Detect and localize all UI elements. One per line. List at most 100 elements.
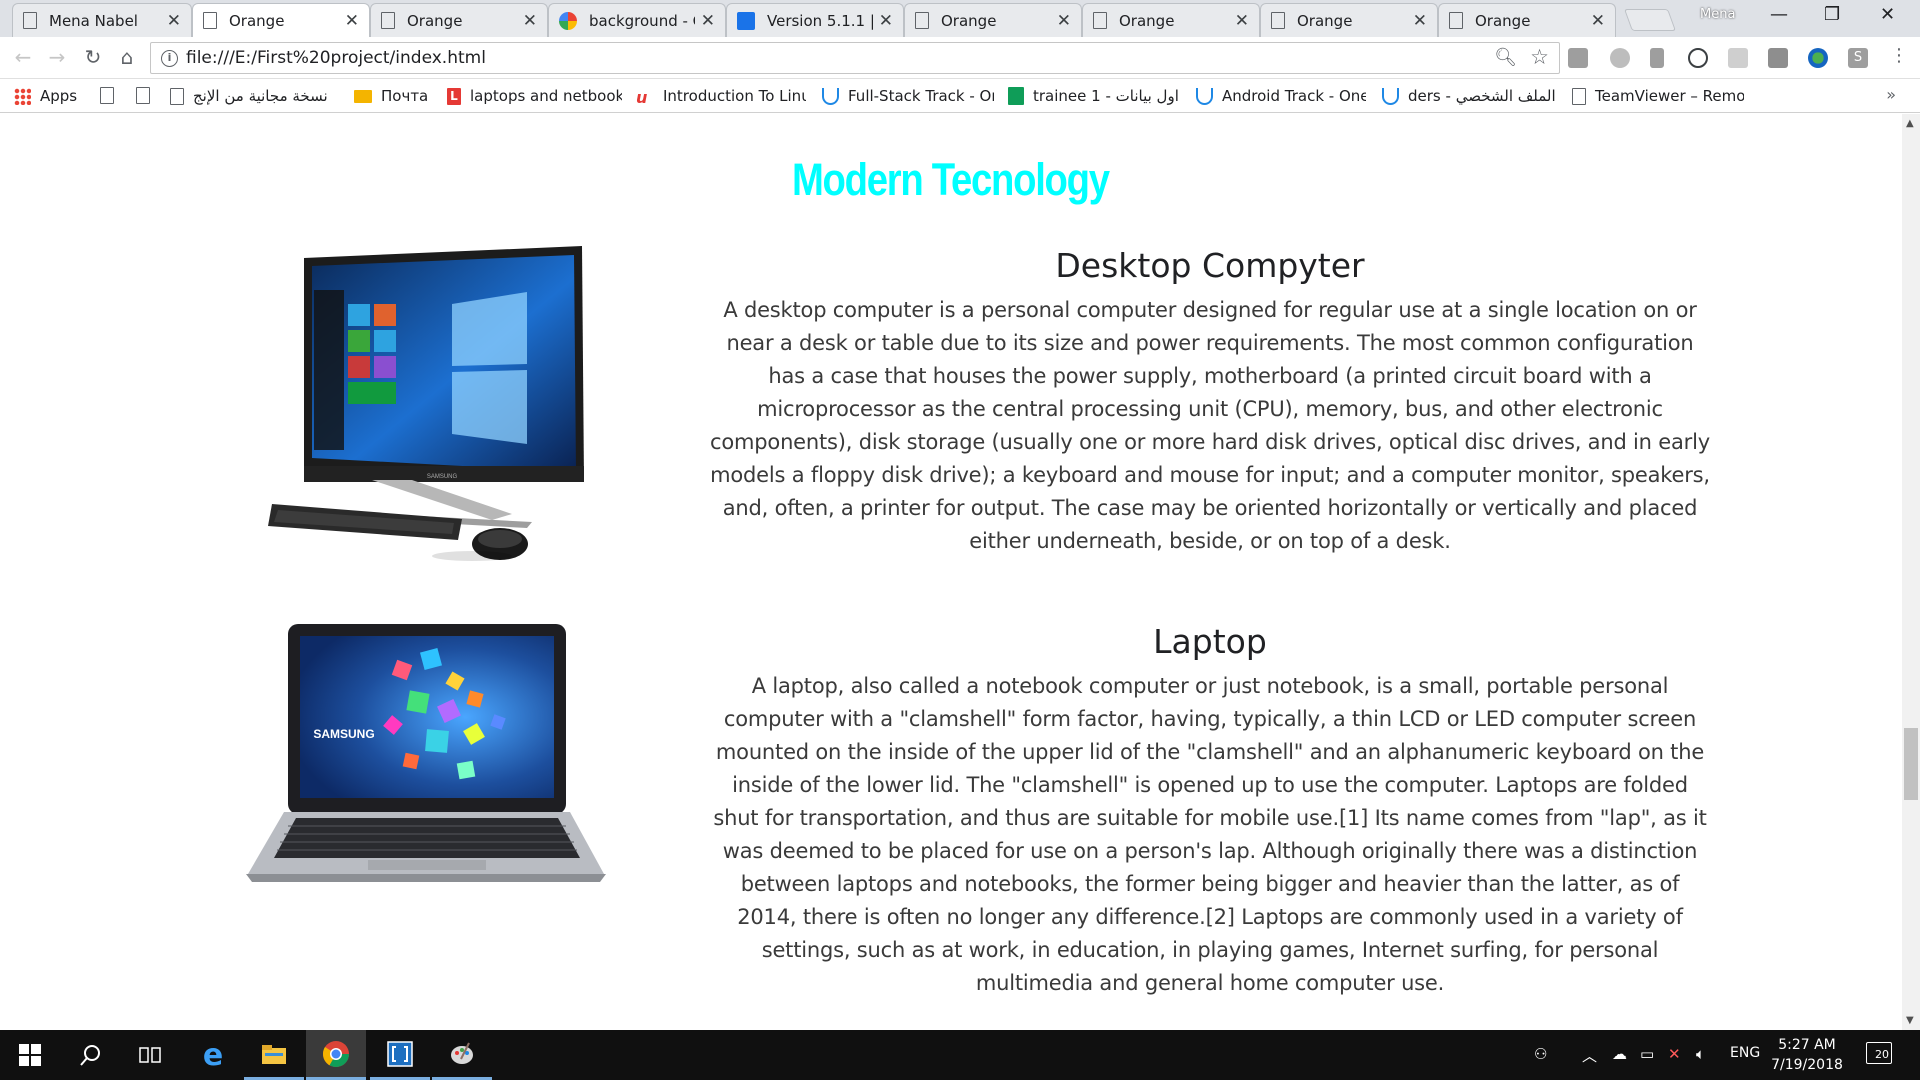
bookmarks-overflow-button[interactable]: » bbox=[1886, 85, 1896, 104]
menu-icon[interactable]: ⋮ bbox=[1886, 45, 1912, 66]
file-explorer-icon[interactable] bbox=[244, 1030, 304, 1080]
close-icon[interactable]: ✕ bbox=[1413, 11, 1427, 31]
close-icon[interactable]: ✕ bbox=[879, 11, 893, 31]
laptop-paragraph: A laptop, also called a notebook compute… bbox=[713, 674, 1707, 995]
home-button[interactable]: ⌂ bbox=[114, 45, 140, 69]
reload-button[interactable]: ↻ bbox=[80, 45, 106, 69]
cloud-icon[interactable]: ☁ bbox=[1612, 1045, 1627, 1063]
close-icon[interactable]: ✕ bbox=[1591, 11, 1605, 31]
tab-5[interactable]: Orange ✕ bbox=[904, 3, 1082, 37]
system-clock[interactable]: 5:27 AM 7/19/2018 bbox=[1762, 1035, 1852, 1075]
bookmark-item[interactable]: L laptops and netbook bbox=[447, 87, 622, 105]
desktop-heading: Desktop Compyter bbox=[1055, 246, 1365, 285]
speed-extension-icon[interactable] bbox=[1688, 48, 1708, 68]
bookmark-label: نسخة مجانية من الإنج bbox=[193, 87, 328, 105]
people-icon[interactable]: ⚇ bbox=[1534, 1045, 1547, 1063]
volume-icon[interactable]: 🔈︎ bbox=[1696, 1045, 1705, 1063]
bookmark-extension-icon[interactable] bbox=[1650, 48, 1664, 68]
close-icon[interactable]: ✕ bbox=[1057, 11, 1071, 31]
page-icon bbox=[136, 87, 150, 104]
bookmark-item[interactable]: TeamViewer – Remo bbox=[1572, 87, 1744, 105]
bookmark-item[interactable]: نسخة مجانية من الإنج bbox=[170, 87, 340, 105]
back-button[interactable]: ← bbox=[10, 45, 36, 69]
udacity-icon bbox=[822, 87, 839, 105]
tab-3[interactable]: background - G ✕ bbox=[548, 3, 726, 37]
close-icon[interactable]: ✕ bbox=[1235, 11, 1249, 31]
tab-title: Orange bbox=[407, 11, 463, 30]
close-window-button[interactable]: ✕ bbox=[1880, 4, 1895, 25]
bookmark-label: TeamViewer – Remo bbox=[1595, 87, 1744, 105]
tab-6[interactable]: Orange ✕ bbox=[1082, 3, 1260, 37]
tab-title: Orange bbox=[1475, 11, 1531, 30]
flag-icon bbox=[737, 11, 755, 30]
udacity-icon bbox=[1382, 87, 1399, 105]
close-icon[interactable]: ✕ bbox=[701, 11, 715, 31]
bookmark-item[interactable]: Android Track - One bbox=[1196, 87, 1366, 105]
brackets-icon[interactable] bbox=[370, 1030, 430, 1080]
bookmark-item[interactable]: Full-Stack Track - On bbox=[822, 87, 994, 105]
minimize-button[interactable]: — bbox=[1770, 4, 1788, 25]
bookmark-item[interactable]: Почта bbox=[354, 87, 428, 105]
bookmark-label: Android Track - One bbox=[1222, 87, 1366, 105]
battery-icon[interactable]: ▭ bbox=[1640, 1045, 1654, 1063]
pdf-extension-icon[interactable] bbox=[1768, 48, 1788, 68]
clock-date: 7/19/2018 bbox=[1771, 1057, 1843, 1073]
browser-toolbar: ← → ↻ ⌂ i file:///E:/First%20project/ind… bbox=[0, 37, 1920, 79]
tab-strip: Mena Nabel ✕ Orange ✕ Orange ✕ backgroun… bbox=[0, 0, 1920, 37]
bookmark-apps[interactable]: Apps bbox=[14, 87, 77, 105]
page-icon bbox=[1271, 12, 1285, 29]
close-icon[interactable]: ✕ bbox=[167, 11, 181, 31]
url-text[interactable]: file:///E:/First%20project/index.html bbox=[186, 48, 486, 68]
edge-icon[interactable]: e bbox=[183, 1030, 243, 1080]
task-view-icon[interactable] bbox=[120, 1030, 180, 1080]
tab-7[interactable]: Orange ✕ bbox=[1260, 3, 1438, 37]
start-button[interactable] bbox=[0, 1030, 60, 1080]
action-center-icon[interactable]: 20 bbox=[1866, 1042, 1892, 1064]
zoom-icon[interactable]: 🔍︎ bbox=[1494, 47, 1517, 68]
sheets-icon bbox=[1008, 87, 1024, 105]
tab-4[interactable]: Version 5.1.1 | F ✕ bbox=[726, 3, 904, 37]
forward-button[interactable]: → bbox=[44, 45, 70, 69]
globe-extension-icon[interactable] bbox=[1808, 48, 1828, 68]
mail-icon bbox=[354, 89, 372, 103]
show-hidden-icons[interactable]: ︿ bbox=[1582, 1045, 1597, 1066]
tab-2[interactable]: Orange ✕ bbox=[370, 3, 548, 37]
bookmark-page[interactable] bbox=[136, 87, 159, 104]
page-icon bbox=[100, 87, 114, 104]
tab-0[interactable]: Mena Nabel ✕ bbox=[12, 3, 192, 37]
close-icon[interactable]: ✕ bbox=[523, 11, 537, 31]
info-icon[interactable]: i bbox=[161, 50, 178, 67]
extension-icon[interactable] bbox=[1728, 48, 1748, 68]
address-bar[interactable]: i file:///E:/First%20project/index.html … bbox=[150, 42, 1560, 74]
chrome-icon[interactable] bbox=[306, 1030, 366, 1080]
bookmark-item[interactable]: trainee 1 - اول بيانات bbox=[1008, 87, 1180, 105]
bookmark-item[interactable]: ders - الملف الشخصي bbox=[1382, 87, 1558, 105]
network-icon[interactable]: ✕ bbox=[1668, 1045, 1681, 1063]
close-icon[interactable]: ✕ bbox=[345, 11, 359, 31]
tab-1[interactable]: Orange ✕ bbox=[192, 3, 370, 37]
page-icon bbox=[1572, 87, 1586, 105]
scroll-down-icon[interactable]: ▼ bbox=[1906, 1015, 1914, 1026]
pdf-extension-icon[interactable] bbox=[1568, 48, 1588, 68]
extension-icon[interactable] bbox=[1610, 48, 1630, 68]
language-indicator[interactable]: ENG bbox=[1730, 1045, 1760, 1061]
windows-logo-icon bbox=[19, 1044, 41, 1066]
search-icon[interactable] bbox=[60, 1030, 120, 1080]
scrollbar-thumb[interactable] bbox=[1904, 728, 1918, 800]
desktop-section: SAMSUNG Desktop Compyter A desktop compu… bbox=[0, 244, 1902, 584]
page-scrollbar[interactable]: ▲ ▼ bbox=[1902, 114, 1920, 1030]
tab-8[interactable]: Orange ✕ bbox=[1438, 3, 1616, 37]
bookmark-star-icon[interactable]: ☆ bbox=[1530, 45, 1549, 69]
bookmark-item[interactable]: u Introduction To Linu bbox=[636, 87, 806, 105]
scroll-up-icon[interactable]: ▲ bbox=[1906, 118, 1914, 129]
bookmark-page[interactable] bbox=[100, 87, 123, 104]
laptop-image: SAMSUNG bbox=[246, 624, 606, 882]
restore-button[interactable]: ❐ bbox=[1824, 4, 1840, 25]
notification-count: 20 bbox=[1875, 1048, 1889, 1061]
apps-icon bbox=[14, 87, 31, 105]
profile-button[interactable]: Mena bbox=[1700, 7, 1735, 22]
s-extension-icon[interactable]: S bbox=[1848, 48, 1868, 68]
paint-icon[interactable] bbox=[432, 1030, 492, 1080]
tab-title: background - G bbox=[589, 11, 695, 30]
new-tab-button[interactable] bbox=[1623, 9, 1677, 31]
